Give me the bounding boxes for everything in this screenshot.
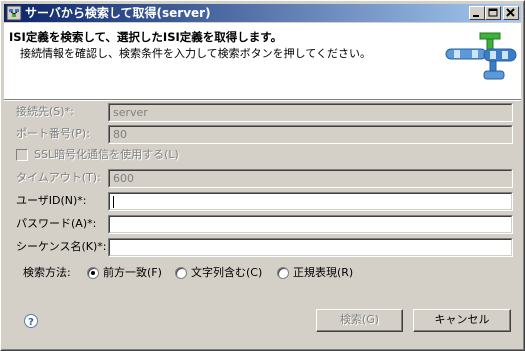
port-label: ポート番号(P): <box>16 127 90 140</box>
header-title: ISI定義を検索して、選択したISI定義を取得します。 <box>9 30 283 44</box>
user-id-field[interactable] <box>108 192 513 211</box>
connection-label: 接続先(S)*: <box>16 105 74 118</box>
ssl-checkbox-box <box>16 149 28 161</box>
minimize-icon <box>473 15 479 17</box>
title-bar[interactable]: サーバから検索して取得(server) <box>4 4 521 22</box>
maximize-icon <box>488 8 498 17</box>
search-button[interactable]: 検索(G) <box>316 309 403 332</box>
timeout-field: 600 <box>108 169 513 188</box>
window-title: サーバから検索して取得(server) <box>25 6 211 20</box>
port-field: 80 <box>108 125 513 144</box>
user-id-label: ユーザID(N)*: <box>16 194 87 207</box>
flow-diagram-icon <box>444 29 518 85</box>
dialog-header: ISI定義を検索して、選択したISI定義を取得します。 接続情報を確認し、検索条… <box>4 23 521 99</box>
app-icon <box>6 5 22 21</box>
password-label: パスワード(A)*: <box>16 217 97 230</box>
maximize-button[interactable] <box>485 6 501 20</box>
radio-selected-dot <box>91 271 95 275</box>
timeout-label: タイムアウト(T): <box>16 171 101 184</box>
minimize-button[interactable] <box>469 6 485 20</box>
sequence-name-label: シーケンス名(K)*: <box>16 240 107 253</box>
header-description: 接続情報を確認し、検索条件を入力して検索ボタンを押してください。 <box>20 47 372 60</box>
close-icon <box>506 8 515 17</box>
text-caret <box>113 196 114 208</box>
close-button[interactable] <box>503 6 519 20</box>
help-icon[interactable]: ? <box>23 313 39 329</box>
svg-text:?: ? <box>28 317 34 328</box>
sequence-name-field[interactable] <box>108 238 513 257</box>
password-field[interactable] <box>108 215 513 234</box>
cancel-button[interactable]: キャンセル <box>413 309 511 332</box>
dialog-window: サーバから検索して取得(server) ISI定義を検索して、選択したISI定義… <box>0 0 525 351</box>
search-method-label: 検索方法: <box>23 266 71 279</box>
ssl-checkbox-label: SSL暗号化通信を使用する(L) <box>34 148 179 161</box>
connection-field: server <box>108 103 513 122</box>
